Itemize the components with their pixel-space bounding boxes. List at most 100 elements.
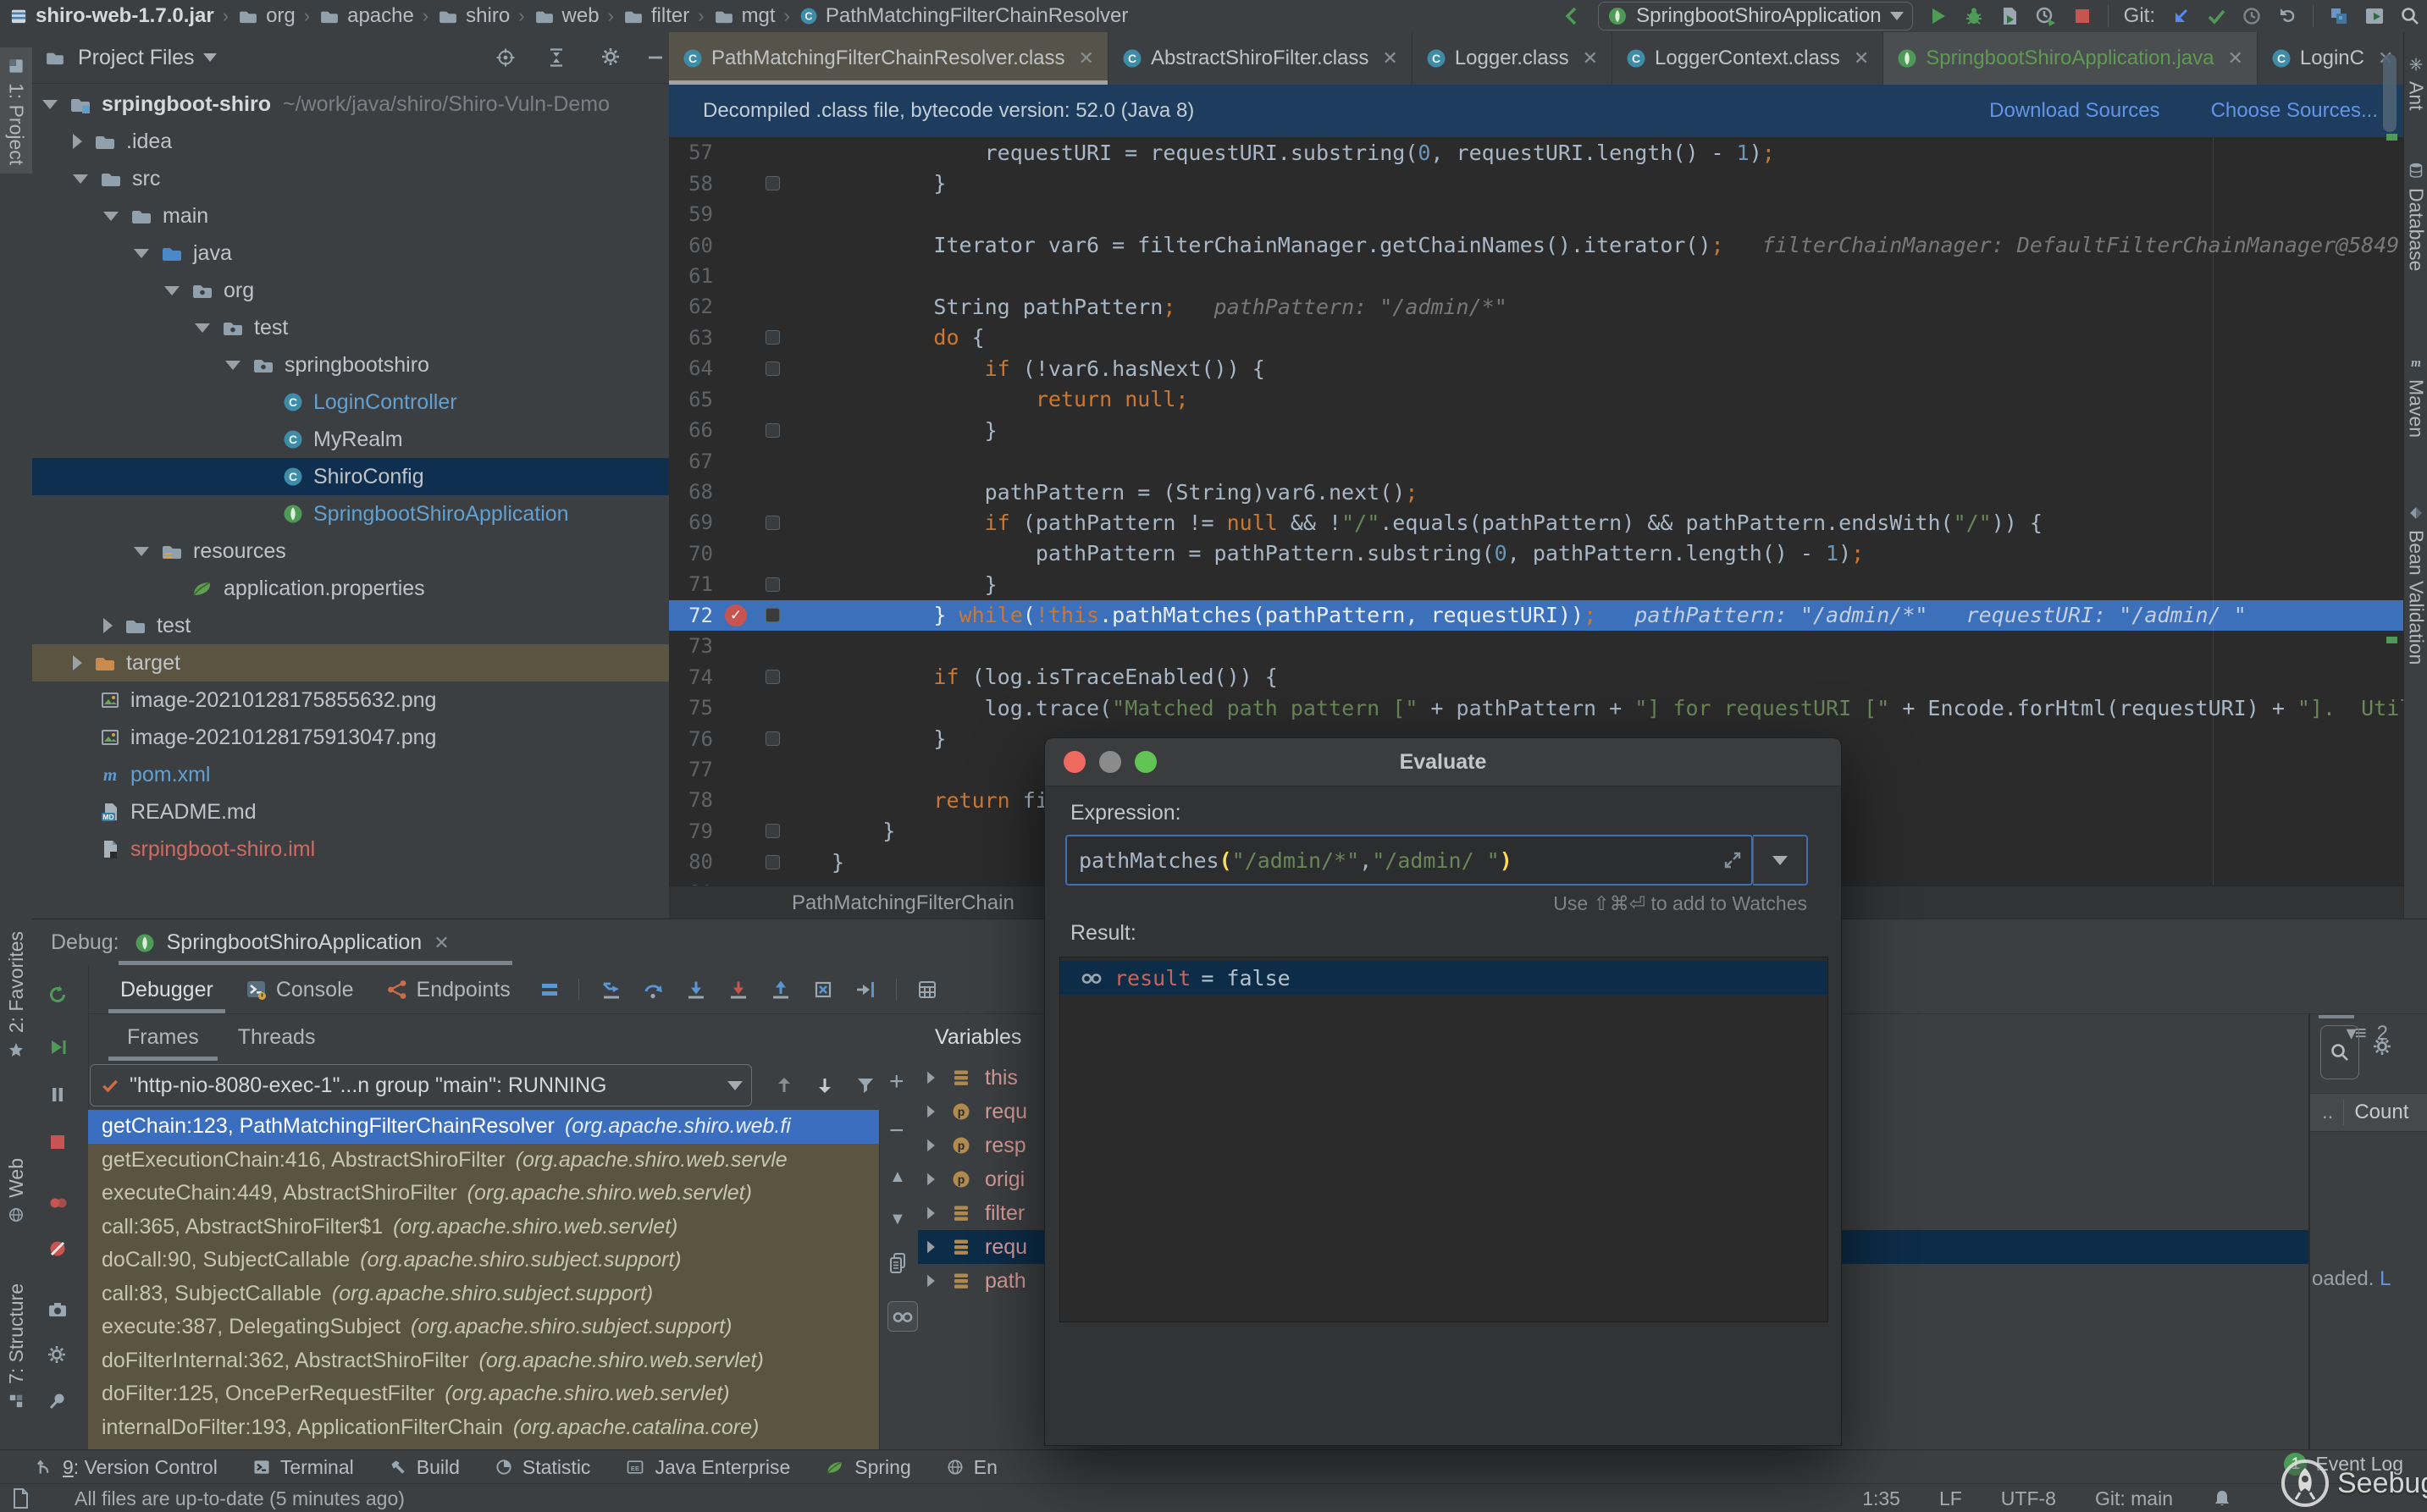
stack-frame-row[interactable]: doFilter:125, OncePerRequestFilter(org.a…: [88, 1377, 879, 1411]
evaluate-expression-button[interactable]: [917, 979, 937, 1000]
close-icon[interactable]: ✕: [2227, 47, 2242, 69]
editor-scrollbar-thumb[interactable]: [2383, 54, 2397, 132]
code-line[interactable]: 69 if (pathPattern != null && !"/".equal…: [669, 507, 2403, 538]
fold-marker-icon[interactable]: [766, 176, 780, 190]
result-row[interactable]: result = false: [1060, 961, 1827, 995]
tab-abstractshirofilter-class[interactable]: CAbstractShiroFilter.class✕: [1108, 32, 1413, 85]
chevron-expanded-icon[interactable]: [103, 212, 119, 221]
tab-frames[interactable]: Frames: [127, 1013, 199, 1061]
status-item[interactable]: Git: main: [2095, 1487, 2173, 1510]
tree-item-readme-md[interactable]: MDREADME.md: [32, 793, 669, 830]
close-icon[interactable]: ✕: [1382, 47, 1397, 69]
toolwindow-ant[interactable]: Ant: [2404, 54, 2427, 111]
chevron-collapsed-icon[interactable]: [927, 1241, 935, 1253]
debug-button[interactable]: [1964, 6, 1984, 26]
project-view-selector[interactable]: Project Files: [78, 46, 195, 70]
breadcrumb-item[interactable]: shiro-web-1.7.0.jar: [8, 4, 214, 28]
tree-item-resources[interactable]: resources: [32, 533, 669, 570]
close-icon[interactable]: ✕: [1079, 47, 1094, 69]
code-line[interactable]: 63 do {: [669, 323, 2403, 353]
toolwindow-terminal[interactable]: Terminal: [252, 1456, 354, 1479]
tree-item-springbootshiroapplication[interactable]: SpringbootShiroApplication: [32, 495, 669, 533]
coverage-button[interactable]: [1999, 6, 2020, 26]
code-line[interactable]: 68 pathPattern = (String)var6.next();: [669, 477, 2403, 507]
fold-marker-icon[interactable]: [766, 423, 780, 438]
code-line[interactable]: 75 log.trace("Matched path pattern [" + …: [669, 693, 2403, 723]
pin-button[interactable]: [47, 1391, 68, 1411]
memory-col-class[interactable]: ..: [2322, 1101, 2333, 1124]
layout-settings-button[interactable]: [539, 980, 560, 999]
drop-frame-button[interactable]: [813, 979, 833, 1000]
tab-debugger[interactable]: Debugger: [120, 966, 213, 1013]
code-line[interactable]: 57 requestURI = requestURI.substring(0, …: [669, 137, 2403, 168]
tree-item-target[interactable]: target: [32, 644, 669, 682]
sidebar-item-favorites[interactable]: 2: Favorites: [0, 931, 32, 1060]
status-item[interactable]: 1:35: [1862, 1487, 1900, 1510]
close-icon[interactable]: ✕: [1854, 47, 1869, 69]
chevron-expanded-icon[interactable]: [164, 286, 180, 295]
stack-frame-row[interactable]: doFilterInternal:362, AbstractShiroFilte…: [88, 1344, 879, 1378]
stack-frame-row[interactable]: call:365, AbstractShiroFilter$1(org.apac…: [88, 1211, 879, 1244]
tab-variables[interactable]: Variables: [935, 1013, 1021, 1061]
code-line[interactable]: 71 }: [669, 569, 2403, 599]
fold-marker-icon[interactable]: [766, 608, 780, 622]
shelve-button[interactable]: [2329, 6, 2349, 26]
banner-link[interactable]: Download Sources: [1989, 99, 2159, 123]
run-config-selector[interactable]: SpringbootShiroApplication: [1598, 2, 1913, 30]
toolwindow-maven[interactable]: mMaven: [2404, 352, 2427, 438]
stack-frame-row[interactable]: internalDoFilter:193, ApplicationFilterC…: [88, 1411, 879, 1445]
close-icon[interactable]: ✕: [434, 932, 449, 954]
breadcrumb-item[interactable]: CPathMatchingFilterChainResolver: [799, 4, 1129, 28]
filter-frames-button[interactable]: [855, 1075, 876, 1095]
run-anything-button[interactable]: [2364, 6, 2385, 26]
close-icon[interactable]: ✕: [1583, 47, 1598, 69]
tree-item-test[interactable]: test: [32, 607, 669, 644]
tab-console[interactable]: Console: [246, 966, 354, 1013]
tab-logger-class[interactable]: CLogger.class✕: [1413, 32, 1612, 85]
collapse-all-button[interactable]: [546, 47, 567, 68]
tree-item-logincontroller[interactable]: CLoginController: [32, 384, 669, 421]
tree-item-pom-xml[interactable]: mpom.xml: [32, 756, 669, 793]
status-item[interactable]: UTF-8: [2001, 1487, 2056, 1510]
show-watches-button[interactable]: [887, 1301, 918, 1332]
expression-history-dropdown[interactable]: [1753, 835, 1808, 886]
fold-marker-icon[interactable]: [766, 731, 780, 746]
step-out-button[interactable]: [771, 979, 791, 1000]
sidebar-item-project[interactable]: 1: Project: [0, 47, 32, 174]
add-watch-button[interactable]: +: [889, 1068, 904, 1096]
tab-loggercontext-class[interactable]: CLoggerContext.class✕: [1612, 32, 1883, 85]
move-up-button[interactable]: ▲: [889, 1167, 906, 1187]
remove-watch-button[interactable]: −: [889, 1117, 904, 1145]
debug-session-tab[interactable]: SpringbootShiroApplication: [167, 930, 423, 955]
debug-settings-button[interactable]: [47, 1345, 66, 1364]
fold-marker-icon[interactable]: [766, 516, 780, 530]
toolwindow-spring[interactable]: Spring: [824, 1456, 910, 1479]
breadcrumb-item[interactable]: web: [533, 4, 600, 28]
breadcrumb-item[interactable]: shiro: [437, 4, 510, 28]
rerun-button[interactable]: [47, 985, 68, 1005]
editor-breadcrumb[interactable]: PathMatchingFilterChain: [792, 891, 1014, 915]
tab-springbootshiroapplication-java[interactable]: SpringbootShiroApplication.java✕: [1883, 32, 2258, 85]
tree-item-main[interactable]: main: [32, 197, 669, 235]
stop-debug-button[interactable]: [47, 1132, 68, 1152]
chevron-expanded-icon[interactable]: [73, 174, 88, 184]
breadcrumb-item[interactable]: apache: [318, 4, 414, 28]
resume-button[interactable]: [47, 1037, 68, 1057]
profiler-button[interactable]: [2035, 6, 2057, 26]
toolwindow-build[interactable]: Build: [388, 1456, 460, 1479]
tree-item-test[interactable]: test: [32, 309, 669, 346]
step-over-button[interactable]: [644, 979, 664, 1000]
tree-item-src[interactable]: src: [32, 160, 669, 197]
move-down-button[interactable]: ▼: [889, 1210, 906, 1229]
show-execution-point-button[interactable]: [601, 979, 622, 1000]
tree-item-image-20210128175855632-png[interactable]: image-20210128175855632.png: [32, 682, 669, 719]
chevron-expanded-icon[interactable]: [225, 361, 240, 370]
sidebar-item-structure[interactable]: 7: Structure: [0, 1283, 32, 1411]
chevron-expanded-icon[interactable]: [42, 100, 58, 109]
fold-marker-icon[interactable]: [766, 361, 780, 376]
expression-input[interactable]: pathMatches("/admin/*","/admin/ "): [1065, 835, 1753, 886]
copy-button[interactable]: [887, 1252, 908, 1274]
stack-frame-row[interactable]: getChain:123, PathMatchingFilterChainRes…: [88, 1110, 879, 1144]
code-line[interactable]: 60 Iterator var6 = filterChainManager.ge…: [669, 229, 2403, 260]
run-to-cursor-button[interactable]: [855, 979, 876, 1000]
